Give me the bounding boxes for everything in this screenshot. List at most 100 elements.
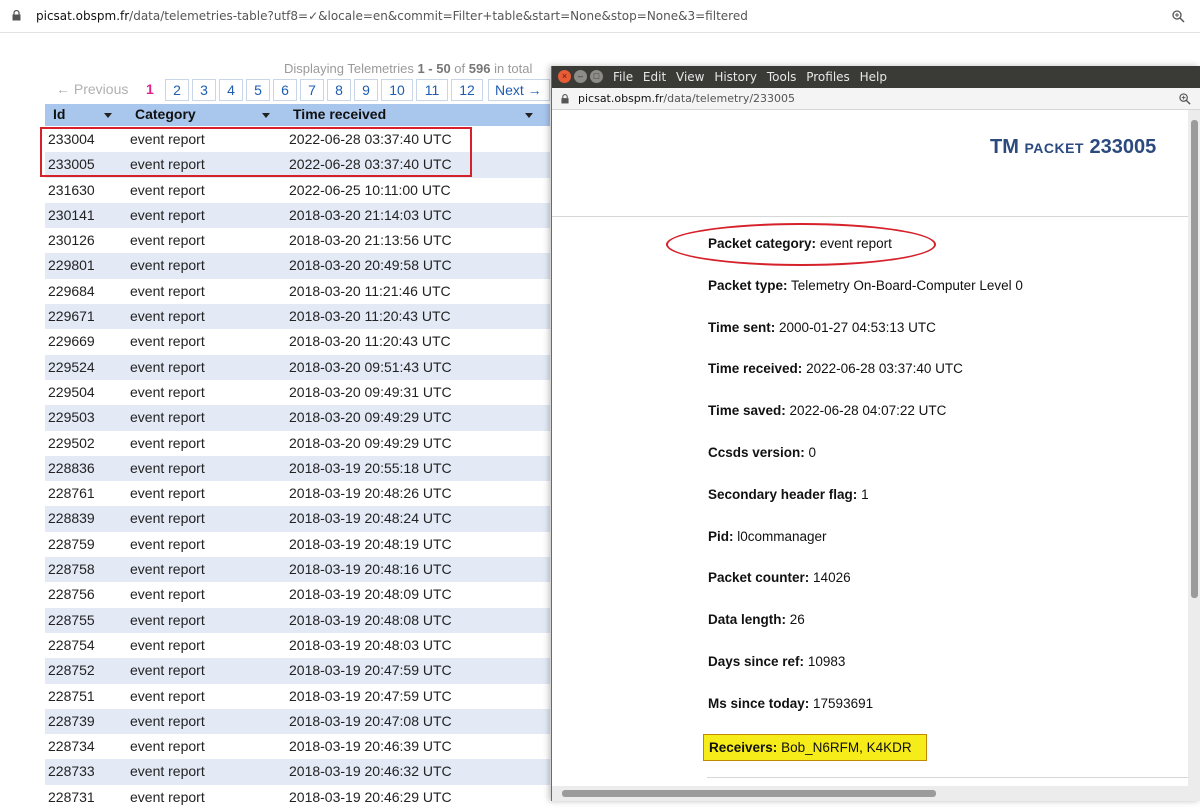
table-row[interactable]: 231630 event report 2022-06-25 10:11:00 UT… xyxy=(45,178,550,203)
table-row[interactable]: 228836 event report 2018-03-19 20:55:18 UT… xyxy=(45,455,550,482)
field-time-sent: Time sent: 2000-01-27 04:53:13 UTC xyxy=(708,320,936,335)
table-row[interactable]: 229669 event report 2018-03-20 11:20:43 UT… xyxy=(45,329,550,354)
cell-id: 229524 xyxy=(48,358,95,375)
cell-id: 228733 xyxy=(48,763,95,780)
popup-url-bar[interactable]: picsat.obspm.fr/data/telemetry/233005 xyxy=(552,88,1200,110)
table-row[interactable]: 229503 event report 2018-03-20 09:49:29 UT… xyxy=(45,405,550,431)
table-row[interactable]: 228758 event report 2018-03-19 20:48:16 UT… xyxy=(45,557,550,583)
page-link-4[interactable]: 4 xyxy=(219,79,243,101)
page-link-6[interactable]: 6 xyxy=(273,79,297,101)
field-ms-since-today: Ms since today: 17593691 xyxy=(708,696,874,711)
field-time-saved: Time saved: 2022-06-28 04:07:22 UTC xyxy=(708,403,947,418)
table-row[interactable]: 229502 event report 2018-03-20 09:49:29 UT… xyxy=(45,431,550,456)
table-row[interactable]: 229524 event report 2018-03-20 09:51:43 UT… xyxy=(45,354,550,380)
main-url-text[interactable]: picsat.obspm.fr/data/telemetries-table?u… xyxy=(36,9,748,23)
scrollbar-thumb[interactable] xyxy=(1191,120,1198,598)
cell-id: 228754 xyxy=(48,636,95,653)
page-link-9[interactable]: 9 xyxy=(354,79,378,101)
column-header-category[interactable]: Category xyxy=(135,106,196,122)
popup-url-text[interactable]: picsat.obspm.fr/data/telemetry/233005 xyxy=(578,92,795,105)
table-row[interactable]: 230126 event report 2018-03-20 21:13:56 UT… xyxy=(45,228,550,253)
menu-profiles[interactable]: Profiles xyxy=(806,70,850,84)
page-link-8[interactable]: 8 xyxy=(327,79,351,101)
field-time-received: Time received: 2022-06-28 03:37:40 UTC xyxy=(708,361,963,376)
cell-id: 229684 xyxy=(48,282,95,299)
menu-edit[interactable]: Edit xyxy=(643,70,666,84)
page-link-12[interactable]: 12 xyxy=(451,79,483,101)
menu-help[interactable]: Help xyxy=(860,70,887,84)
menu-file[interactable]: File xyxy=(613,70,633,84)
cell-time-received: 2018-03-20 11:20:43 UTC xyxy=(289,333,451,350)
zoom-icon[interactable] xyxy=(1172,10,1185,23)
sort-dropdown-icon[interactable] xyxy=(525,113,533,118)
table-row[interactable]: 230141 event report 2018-03-20 21:14:03 UT… xyxy=(45,202,550,229)
field-packet-type: Packet type: Telemetry On-Board-Computer… xyxy=(708,278,1023,293)
sort-dropdown-icon[interactable] xyxy=(262,113,270,118)
cell-category: event report xyxy=(130,636,205,653)
divider xyxy=(707,777,1188,778)
cell-category: event report xyxy=(130,206,205,223)
page-link-2[interactable]: 2 xyxy=(165,79,189,101)
popup-titlebar[interactable]: × – □ File Edit View History Tools Profi… xyxy=(552,66,1200,88)
cell-category: event report xyxy=(130,409,205,426)
display-count-info: Displaying Telemetries 1 - 50 of 596 in … xyxy=(284,61,533,76)
table-row[interactable]: 229671 event report 2018-03-20 11:20:43 UT… xyxy=(45,304,550,330)
cell-id: 229801 xyxy=(48,257,95,274)
cell-id: 228752 xyxy=(48,662,95,679)
table-row[interactable]: 229504 event report 2018-03-20 09:49:31 UT… xyxy=(45,380,550,405)
table-row[interactable]: 228733 event report 2018-03-19 20:46:32 UT… xyxy=(45,759,550,785)
main-url-host: picsat.obspm.fr xyxy=(36,9,130,23)
cell-id: 228836 xyxy=(48,459,95,476)
column-header-time-received[interactable]: Time received xyxy=(293,106,386,122)
next-page-link[interactable]: Next → xyxy=(488,79,550,101)
maximize-icon[interactable]: □ xyxy=(590,70,603,83)
table-row[interactable]: 228751 event report 2018-03-19 20:47:59 UT… xyxy=(45,684,550,709)
cell-time-received: 2018-03-19 20:47:08 UTC xyxy=(289,712,452,729)
table-row[interactable]: 229801 event report 2018-03-20 20:49:58 UT… xyxy=(45,253,550,279)
table-row[interactable]: 228734 event report 2018-03-19 20:46:39 UT… xyxy=(45,734,550,759)
cell-time-received: 2018-03-19 20:55:18 UTC xyxy=(289,459,452,476)
main-url-bar[interactable]: picsat.obspm.fr/data/telemetries-table?u… xyxy=(0,0,1200,33)
page-link-3[interactable]: 3 xyxy=(192,79,216,101)
cell-time-received: 2018-03-20 09:49:29 UTC xyxy=(289,409,452,426)
column-header-id[interactable]: Id xyxy=(53,106,65,122)
sort-dropdown-icon[interactable] xyxy=(104,113,112,118)
table-row[interactable]: 228839 event report 2018-03-19 20:48:24 UT… xyxy=(45,506,550,532)
field-packet-counter: Packet counter: 14026 xyxy=(708,570,851,585)
cell-time-received: 2018-03-19 20:47:59 UTC xyxy=(289,687,452,704)
scrollbar-thumb[interactable] xyxy=(562,790,936,797)
close-icon[interactable]: × xyxy=(558,70,571,83)
current-page: 1 xyxy=(146,81,154,97)
lock-icon xyxy=(561,94,569,104)
minimize-icon[interactable]: – xyxy=(574,70,587,83)
horizontal-scrollbar[interactable] xyxy=(552,786,1188,801)
field-pid: Pid: l0commanager xyxy=(708,529,827,544)
cell-category: event report xyxy=(130,510,205,527)
previous-page-link: ← Previous xyxy=(56,81,129,97)
popup-url-path: /data/telemetry/233005 xyxy=(663,92,796,105)
zoom-icon[interactable] xyxy=(1179,93,1191,105)
table-row[interactable]: 228756 event report 2018-03-19 20:48:09 UT… xyxy=(45,582,550,607)
cell-time-received: 2018-03-19 20:48:19 UTC xyxy=(289,535,452,552)
field-secondary-header-flag: Secondary header flag: 1 xyxy=(708,487,869,502)
page-link-5[interactable]: 5 xyxy=(246,79,270,101)
table-row[interactable]: 228759 event report 2018-03-19 20:48:19 UT… xyxy=(45,532,550,557)
table-row[interactable]: 228754 event report 2018-03-19 20:48:03 UT… xyxy=(45,633,550,658)
menu-tools[interactable]: Tools xyxy=(767,70,797,84)
table-row[interactable]: 228755 event report 2018-03-19 20:48:08 UT… xyxy=(45,607,550,633)
table-row[interactable]: 228761 event report 2018-03-19 20:48:26 UT… xyxy=(45,481,550,506)
table-row[interactable]: 228752 event report 2018-03-19 20:47:59 UT… xyxy=(45,658,550,684)
cell-category: event report xyxy=(130,611,205,628)
menu-history[interactable]: History xyxy=(714,70,757,84)
vertical-scrollbar[interactable] xyxy=(1188,110,1200,801)
table-row[interactable]: 228731 event report 2018-03-19 20:46:29 UT… xyxy=(45,785,550,810)
table-row[interactable]: 229684 event report 2018-03-20 11:21:46 UT… xyxy=(45,279,550,304)
menu-view[interactable]: View xyxy=(676,70,704,84)
cell-id: 229504 xyxy=(48,383,95,400)
page-link-10[interactable]: 10 xyxy=(381,79,413,101)
cell-id: 229671 xyxy=(48,308,95,325)
page-link-11[interactable]: 11 xyxy=(416,79,448,101)
table-row[interactable]: 228739 event report 2018-03-19 20:47:08 UT… xyxy=(45,708,550,735)
table-header: Id Category Time received xyxy=(45,104,550,126)
page-link-7[interactable]: 7 xyxy=(300,79,324,101)
